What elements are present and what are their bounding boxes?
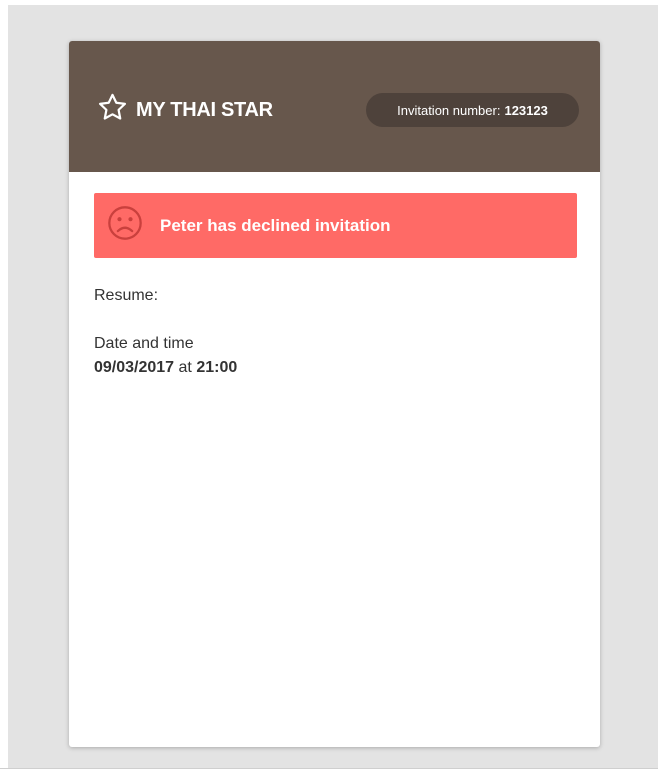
bottom-divider [0, 768, 658, 769]
date-time-value: 09/03/2017 at 21:00 [94, 359, 237, 377]
invitation-number-badge: Invitation number: 123123 [366, 93, 579, 127]
sad-face-icon [94, 204, 144, 247]
resume-label: Resume: [94, 287, 159, 304]
at-word: at [178, 359, 192, 376]
brand-title: MY THAI STAR [136, 98, 273, 121]
invitation-number-label: Invitation number: [397, 102, 501, 118]
declined-alert: Peter has declined invitation [94, 193, 577, 258]
invitation-card: MY THAI STAR Invitation number: 123123 P… [69, 41, 600, 747]
star-outline-icon [96, 91, 129, 129]
date-value: 09/03/2017 [94, 359, 175, 376]
brand[interactable]: MY THAI STAR [96, 93, 273, 127]
time-value: 21:00 [196, 359, 238, 376]
alert-message: Peter has declined invitation [160, 215, 391, 235]
date-time-label: Date and time [94, 335, 194, 352]
card-header: MY THAI STAR Invitation number: 123123 [69, 41, 600, 172]
invitation-number-value: 123123 [504, 102, 548, 118]
